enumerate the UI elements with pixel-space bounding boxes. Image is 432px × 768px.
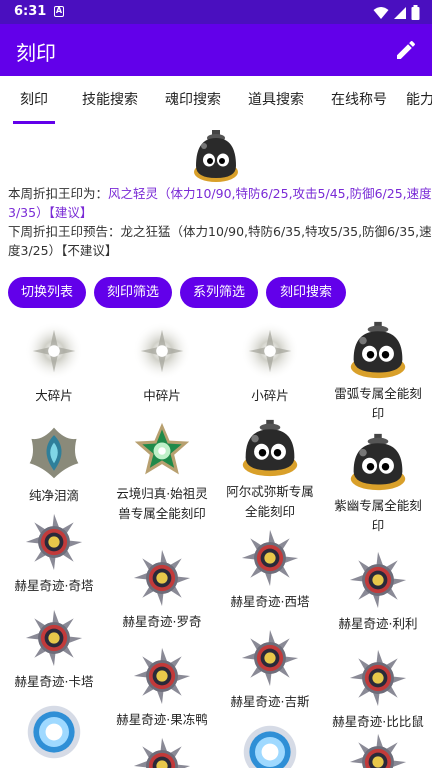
this-week-label: 本周折扣王印为： [8,186,109,201]
mark-item[interactable]: 赫星奇迹·罗奇 [108,548,216,632]
next-week-label: 下周折扣王印预告： [8,224,121,239]
swirl-mark-icon [324,550,432,614]
mark-item[interactable]: 赫星奇迹·利利 [324,550,432,634]
this-week-line: 本周折扣王印为：风之轻灵（体力10/90,特防6/25,攻击5/45,防御6/2… [8,184,432,222]
mark-item-label: 纯净泪滴 [28,488,79,503]
bomb-mark-icon [324,432,432,496]
mark-item-label: 赫星奇迹·罗奇 [122,614,202,629]
mark-item-label: 云境归真·始祖灵兽专属全能刻印 [116,486,208,521]
mark-item[interactable]: 阿尔忒弥斯专属全能刻印 [216,418,324,522]
mark-item[interactable] [324,732,432,768]
tab-online-title[interactable]: 在线称号 [323,76,395,124]
page-title: 刻印 [16,41,56,65]
mark-item[interactable]: 紫幽专属全能刻印 [324,432,432,536]
action-buttons: 切换列表 刻印筛选 系列筛选 刻印搜索 [8,277,428,309]
battery-icon [411,5,420,20]
bomb-mark-icon [324,320,432,384]
mark-item-label: 大碎片 [35,388,73,403]
swirl-mark-icon [0,608,108,672]
swirl-mark-icon [324,648,432,712]
mark-item[interactable]: 纯净泪滴 [0,422,108,506]
notification-icon: A [54,6,64,17]
swirl-mark-icon [108,646,216,710]
mark-item[interactable]: 赫星奇迹·果冻鸭 [108,646,216,730]
swirl-mark-icon [216,628,324,692]
mark-item-label: 赫星奇迹·奇塔 [14,578,94,593]
mark-item-label: 小碎片 [251,388,289,403]
swirl-mark-icon [324,732,432,768]
mark-item[interactable]: 小碎片 [216,320,324,406]
shard-mark-icon [216,320,324,386]
mark-grid: 大碎片 中碎片 小碎片 雷弧专属全能刻印纯净泪滴 云境归真·始祖灵兽专属全能刻印 阿尔忒弥… [0,316,432,768]
status-bar: 6:31 A [0,0,432,24]
tab-skill-search[interactable]: 技能搜索 [74,76,146,124]
status-icons [373,5,420,20]
tab-soul-mark-search[interactable]: 魂印搜索 [157,76,229,124]
mark-item-label: 雷弧专属全能刻印 [334,386,422,421]
mark-item-label: 赫星奇迹·利利 [338,616,418,631]
swirl-mark-icon [0,512,108,576]
toggle-list-button[interactable]: 切换列表 [8,277,86,308]
mark-item-label: 中碎片 [143,388,181,403]
mark-item-label: 阿尔忒弥斯专属全能刻印 [226,484,314,519]
mark-item[interactable]: 云境归真·始祖灵兽专属全能刻印 [108,420,216,524]
mark-item[interactable] [216,722,324,768]
swirl-mark-icon [108,548,216,612]
tab-bar: 刻印 技能搜索 魂印搜索 道具搜索 在线称号 能力 [0,76,432,124]
mark-item-label: 赫星奇迹·西塔 [230,594,310,609]
tab-engrave[interactable]: 刻印 [8,76,60,124]
star-mark-icon [108,420,216,484]
shard-mark-icon [0,320,108,386]
mark-item-label: 赫星奇迹·比比鼠 [332,714,424,729]
ring-mark-icon [0,702,108,766]
mark-item[interactable]: 中碎片 [108,320,216,406]
mark-item[interactable]: 赫星奇迹·卡斯 [0,702,108,768]
ring-mark-icon [216,722,324,768]
mark-search-button[interactable]: 刻印搜索 [266,277,346,308]
mark-item-label: 赫星奇迹·卡塔 [14,674,94,689]
mark-item[interactable]: 雷弧专属全能刻印 [324,320,432,424]
mark-item-label: 紫幽专属全能刻印 [334,498,422,533]
tab-ability[interactable]: 能力 [406,76,432,124]
mark-item[interactable]: 赫星奇迹·吉斯 [216,628,324,712]
swirl-mark-icon [108,736,216,768]
tab-item-search[interactable]: 道具搜索 [240,76,312,124]
pencil-icon[interactable] [394,38,418,62]
status-time: 6:31 [14,4,47,19]
mark-item-label: 赫星奇迹·吉斯 [230,694,310,709]
featured-mark-image [194,130,238,182]
tear-mark-icon [0,422,108,486]
mark-item[interactable]: 赫星奇迹·比比鼠 [324,648,432,732]
mark-item[interactable] [108,736,216,768]
bomb-mark-icon [216,418,324,482]
mark-item[interactable]: 赫星奇迹·西塔 [216,528,324,612]
mark-item[interactable]: 赫星奇迹·卡塔 [0,608,108,692]
wifi-icon [373,6,389,19]
mark-item[interactable]: 赫星奇迹·奇塔 [0,512,108,596]
mark-item[interactable]: 大碎片 [0,320,108,406]
shard-mark-icon [108,320,216,386]
mark-item-label: 赫星奇迹·果冻鸭 [116,712,208,727]
app-bar: 刻印 [0,24,432,76]
series-filter-button[interactable]: 系列筛选 [180,277,258,308]
next-week-line: 下周折扣王印预告：龙之狂猛（体力10/90,特防6/35,特攻5/35,防御6/… [8,222,432,260]
signal-icon [394,6,406,19]
swirl-mark-icon [216,528,324,592]
mark-filter-button[interactable]: 刻印筛选 [94,277,172,308]
discount-info: 本周折扣王印为：风之轻灵（体力10/90,特防6/25,攻击5/45,防御6/2… [8,184,432,260]
